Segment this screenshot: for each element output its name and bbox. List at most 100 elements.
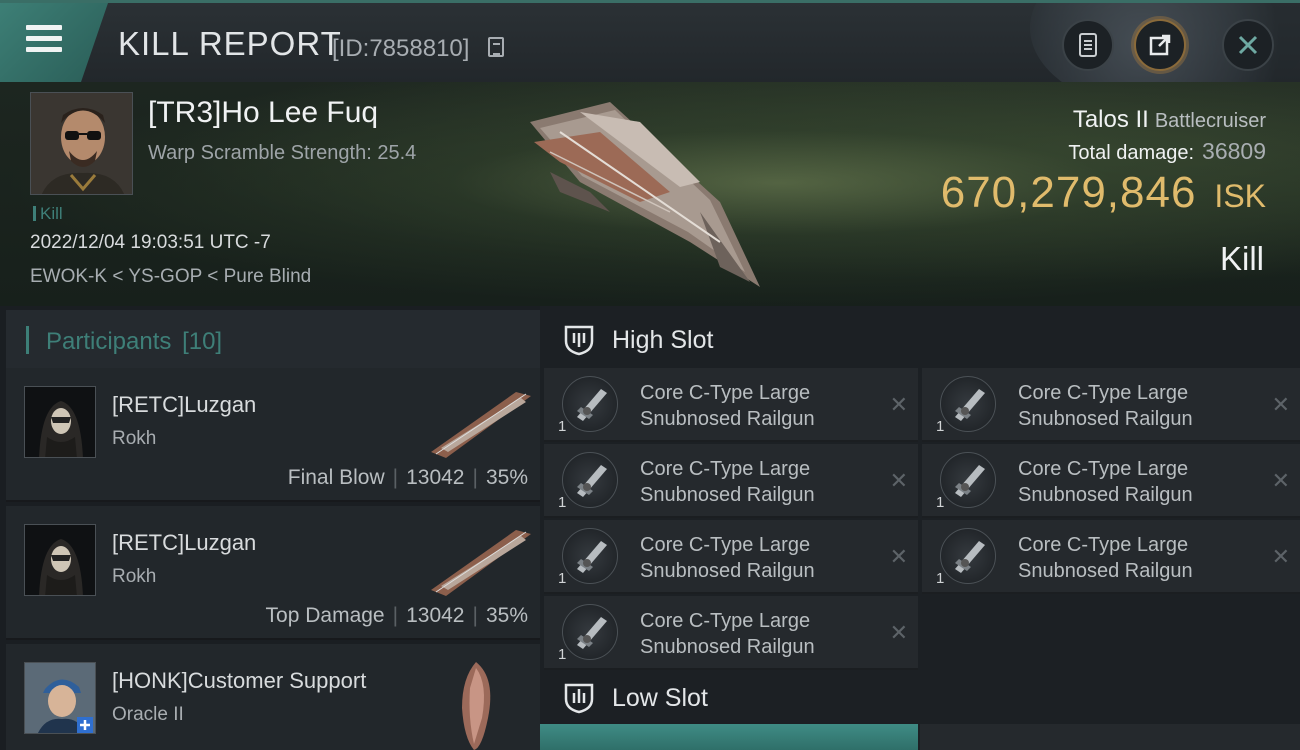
participant-ship-image [431,392,531,458]
participant-name: [HONK]Customer Support [112,668,367,693]
destroyed-icon: ✕ [1271,468,1290,493]
participant-role: Top Damage [265,604,385,627]
module-item[interactable]: 1 Core C-Type Large Snubnosed Railgun ✕ [922,368,1300,442]
participant-ship-image [431,530,531,596]
participant-ship: Oracle II [112,704,184,725]
isk-value: 670,279,846 ISK [941,168,1266,218]
participants-header[interactable]: Participants [10] [6,310,540,370]
destroyed-icon: ✕ [889,620,908,645]
participant-stats: Top Damage | 13042 | 35% [265,604,528,627]
participant-ship: Rokh [112,566,157,587]
ship-class: Battlecruiser [1154,110,1266,132]
low-slot-label: Low Slot [612,683,708,712]
module-item[interactable]: 1 Core C-Type Large Snubnosed Railgun ✕ [922,444,1300,518]
victim-name[interactable]: [TR3]Ho Lee Fuq [148,96,378,130]
participant-percent: 35% [485,466,528,489]
clipboard-button[interactable] [1062,19,1114,71]
close-icon [1238,35,1258,55]
destroyed-icon: ✕ [889,468,908,493]
top-bar: KILL REPORT [ID:7858810] [0,0,1300,85]
share-icon [1149,34,1171,56]
share-button[interactable] [1134,19,1186,71]
low-slot-module[interactable] [920,724,1300,750]
participant-damage: 13042 [406,466,465,489]
participant-name: [RETC]Luzgan [112,392,257,417]
total-damage-label: Total damage: [1068,142,1195,164]
participant-name: [RETC]Luzgan [112,530,257,555]
isk-unit: ISK [1214,178,1266,214]
railgun-icon [940,528,996,584]
fitting-panel: High Slot 1 Core C-Type Large Snubnosed R… [540,306,1300,750]
destroyed-icon: ✕ [889,544,908,569]
low-slot-icon [564,683,594,714]
module-quantity: 1 [936,570,945,587]
module-name: Core C-Type Large Snubnosed Railgun [640,382,815,430]
participants-count: [10] [182,328,223,355]
module-name: Core C-Type Large Snubnosed Railgun [1018,534,1193,582]
participants-panel: Participants [10] [RETC]Luzgan Rokh Fina… [0,306,540,750]
railgun-icon [940,376,996,432]
module-quantity: 1 [558,570,567,587]
module-quantity: 1 [558,646,567,663]
participant-stats: Final Blow | 13042 | 35% [287,466,528,489]
low-slot-header: Low Slot [540,668,1300,728]
high-slot-icon [564,325,594,356]
kill-type: Kill [1219,240,1264,277]
low-slot-module-highlighted[interactable] [540,724,918,750]
module-item[interactable]: 1 Core C-Type Large Snubnosed Railgun ✕ [544,596,918,670]
module-name: Core C-Type Large Snubnosed Railgun [640,534,815,582]
menu-button[interactable] [0,3,108,82]
railgun-icon [562,452,618,508]
victim-avatar[interactable] [30,92,133,195]
participants-label: Participants [10] [46,328,223,355]
module-item[interactable]: 1 Core C-Type Large Snubnosed Railgun ✕ [544,520,918,594]
destroyed-icon: ✕ [889,392,908,417]
module-quantity: 1 [936,418,945,435]
participant-row[interactable]: [HONK]Customer Support Oracle II [6,644,540,750]
total-damage: Total damage: 36809 [1068,138,1266,165]
kill-tag: Kill [33,204,63,224]
module-name: Core C-Type Large Snubnosed Railgun [640,458,815,506]
participant-damage: 13042 [406,604,465,627]
participant-ship-image [462,662,491,750]
participant-ship: Rokh [112,428,157,449]
participant-avatar [24,386,96,458]
kill-datetime: 2022/12/04 19:03:51 UTC -7 [30,232,271,253]
ship-name: Talos II [1072,106,1149,133]
report-id: [ID:7858810] [332,35,470,62]
warp-scramble-strength: Warp Scramble Strength: 25.4 [148,142,417,164]
module-quantity: 1 [558,494,567,511]
total-damage-value: 36809 [1202,138,1266,164]
isk-amount: 670,279,846 [940,168,1197,217]
module-name: Core C-Type Large Snubnosed Railgun [640,610,815,658]
copy-id-icon[interactable] [488,37,504,57]
module-name: Core C-Type Large Snubnosed Railgun [1018,458,1193,506]
high-slot-label: High Slot [612,325,714,354]
participant-percent: 35% [485,604,528,627]
participant-avatar [24,524,96,596]
module-quantity: 1 [558,418,567,435]
participant-role: Final Blow [287,466,385,489]
railgun-icon [940,452,996,508]
hamburger-menu-icon [26,25,62,58]
clipboard-icon [1079,33,1097,57]
high-slot-header: High Slot [540,310,1300,370]
railgun-icon [562,604,618,660]
participant-avatar [24,662,96,734]
close-button[interactable] [1222,19,1274,71]
module-name: Core C-Type Large Snubnosed Railgun [1018,382,1193,430]
module-item[interactable]: 1 Core C-Type Large Snubnosed Railgun ✕ [922,520,1300,594]
railgun-icon [562,376,618,432]
destroyed-icon: ✕ [1271,392,1290,417]
victim-ship-image[interactable] [520,92,770,292]
victim-ship[interactable]: Talos II Battlecruiser [1073,106,1266,134]
participant-row[interactable]: [RETC]Luzgan Rokh Final Blow | 13042 | 35% [6,368,540,502]
module-item[interactable]: 1 Core C-Type Large Snubnosed Railgun ✕ [544,444,918,518]
module-item[interactable]: 1 Core C-Type Large Snubnosed Railgun ✕ [544,368,918,442]
kill-location[interactable]: EWOK-K < YS-GOP < Pure Blind [30,266,311,288]
module-quantity: 1 [936,494,945,511]
destroyed-icon: ✕ [1271,544,1290,569]
accent-bar [26,326,29,354]
railgun-icon [562,528,618,584]
participant-row[interactable]: [RETC]Luzgan Rokh Top Damage | 13042 | 35% [6,506,540,640]
